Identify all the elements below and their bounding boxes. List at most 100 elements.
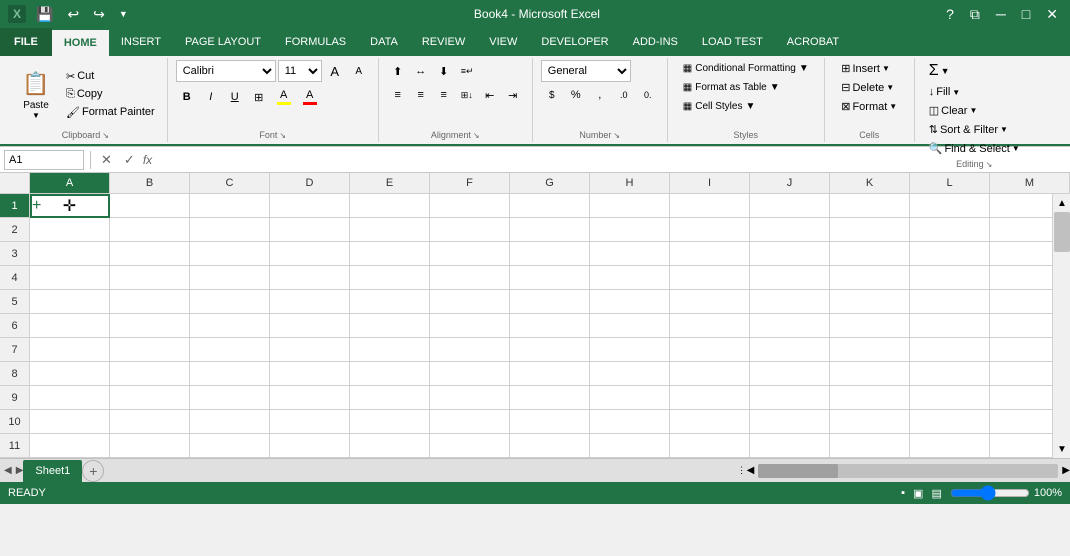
cell-J4[interactable] — [750, 266, 830, 290]
cell-C4[interactable] — [190, 266, 270, 290]
cell-K11[interactable] — [830, 434, 910, 458]
cell-B11[interactable] — [110, 434, 190, 458]
cell-E5[interactable] — [350, 290, 430, 314]
col-header-C[interactable]: C — [190, 173, 270, 193]
cell-K1[interactable] — [830, 194, 910, 218]
insert-cells-btn[interactable]: ⊞ Insert ▼ — [835, 60, 896, 77]
paste-button[interactable]: 📋 Paste ▼ — [12, 64, 60, 124]
cell-F3[interactable] — [430, 242, 510, 266]
vertical-scrollbar[interactable]: ▲ ▼ — [1052, 194, 1070, 458]
cell-L5[interactable] — [910, 290, 990, 314]
cell-J1[interactable] — [750, 194, 830, 218]
quick-redo-btn[interactable]: ↪ — [89, 4, 109, 25]
cell-B8[interactable] — [110, 362, 190, 386]
cell-H3[interactable] — [590, 242, 670, 266]
cell-L8[interactable] — [910, 362, 990, 386]
cell-H8[interactable] — [590, 362, 670, 386]
cell-I8[interactable] — [670, 362, 750, 386]
cell-B4[interactable] — [110, 266, 190, 290]
scroll-sheet-right[interactable]: ▶ — [16, 465, 24, 476]
cell-H9[interactable] — [590, 386, 670, 410]
cell-E11[interactable] — [350, 434, 430, 458]
cell-M7[interactable] — [990, 338, 1052, 362]
quick-save-btn[interactable]: 💾 — [32, 4, 57, 25]
fill-btn[interactable]: ↓ Fill ▼ — [923, 84, 966, 100]
cell-D6[interactable] — [270, 314, 350, 338]
close-btn[interactable]: ✕ — [1042, 4, 1062, 25]
cell-B9[interactable] — [110, 386, 190, 410]
cell-E7[interactable] — [350, 338, 430, 362]
tab-file[interactable]: FILE — [0, 28, 52, 56]
scrollbar-dots[interactable]: ⋮ — [739, 464, 745, 478]
cell-J7[interactable] — [750, 338, 830, 362]
comma-btn[interactable]: , — [589, 84, 611, 106]
cell-F4[interactable] — [430, 266, 510, 290]
restore-btn[interactable]: ⧉ — [966, 4, 984, 25]
cell-H2[interactable] — [590, 218, 670, 242]
cell-C2[interactable] — [190, 218, 270, 242]
cell-A6[interactable] — [30, 314, 110, 338]
cell-J10[interactable] — [750, 410, 830, 434]
cut-button[interactable]: ✂ Cut — [62, 68, 159, 85]
font-size-select[interactable]: 11 — [278, 60, 322, 82]
cell-K7[interactable] — [830, 338, 910, 362]
cell-H10[interactable] — [590, 410, 670, 434]
scroll-left-btn[interactable]: ◀ — [747, 465, 755, 476]
cell-K6[interactable] — [830, 314, 910, 338]
italic-button[interactable]: I — [200, 86, 222, 108]
cell-M1[interactable] — [990, 194, 1052, 218]
editing-expand[interactable]: ↘ — [986, 160, 993, 169]
sort-filter-btn[interactable]: ⇅ Sort & Filter ▼ — [923, 121, 1014, 138]
tab-home[interactable]: HOME — [52, 28, 109, 56]
col-header-L[interactable]: L — [910, 173, 990, 193]
cell-K4[interactable] — [830, 266, 910, 290]
page-break-view-btn[interactable]: ▤ — [931, 487, 941, 500]
cell-M8[interactable] — [990, 362, 1052, 386]
cell-D10[interactable] — [270, 410, 350, 434]
cell-C3[interactable] — [190, 242, 270, 266]
name-box[interactable] — [4, 150, 84, 170]
cell-F8[interactable] — [430, 362, 510, 386]
borders-button[interactable]: ⊞ — [248, 86, 270, 108]
cell-F5[interactable] — [430, 290, 510, 314]
cell-E10[interactable] — [350, 410, 430, 434]
cell-D8[interactable] — [270, 362, 350, 386]
cell-G11[interactable] — [510, 434, 590, 458]
cell-A2[interactable] — [30, 218, 110, 242]
row-header-1[interactable]: 1 — [0, 194, 30, 218]
cell-G10[interactable] — [510, 410, 590, 434]
cell-L9[interactable] — [910, 386, 990, 410]
cell-G2[interactable] — [510, 218, 590, 242]
scroll-down-btn[interactable]: ▼ — [1053, 440, 1070, 458]
top-align-btn[interactable]: ⬆ — [387, 60, 409, 82]
row-header-10[interactable]: 10 — [0, 410, 30, 434]
minimize-btn[interactable]: ─ — [992, 4, 1010, 24]
cell-M6[interactable] — [990, 314, 1052, 338]
cell-D7[interactable] — [270, 338, 350, 362]
percent-btn[interactable]: % — [565, 84, 587, 106]
cell-K2[interactable] — [830, 218, 910, 242]
sheet-tab-1[interactable]: Sheet1 — [23, 460, 82, 482]
row-header-2[interactable]: 2 — [0, 218, 30, 242]
row-header-6[interactable]: 6 — [0, 314, 30, 338]
cell-L4[interactable] — [910, 266, 990, 290]
underline-button[interactable]: U — [224, 86, 246, 108]
increase-font-btn[interactable]: A — [324, 60, 346, 82]
page-layout-view-btn[interactable]: ▣ — [913, 487, 923, 500]
cell-C6[interactable] — [190, 314, 270, 338]
cell-A4[interactable] — [30, 266, 110, 290]
cell-H5[interactable] — [590, 290, 670, 314]
cell-J6[interactable] — [750, 314, 830, 338]
delete-cells-btn[interactable]: ⊟ Delete ▼ — [835, 79, 900, 96]
tab-acrobat[interactable]: ACROBAT — [775, 28, 851, 56]
cell-C8[interactable] — [190, 362, 270, 386]
cell-G3[interactable] — [510, 242, 590, 266]
cell-D2[interactable] — [270, 218, 350, 242]
cell-B1[interactable] — [110, 194, 190, 218]
cell-J2[interactable] — [750, 218, 830, 242]
wrap-text-btn[interactable]: ≡↵ — [456, 60, 479, 82]
cell-D3[interactable] — [270, 242, 350, 266]
cell-H11[interactable] — [590, 434, 670, 458]
clear-btn[interactable]: ◫ Clear ▼ — [923, 102, 984, 119]
cell-G4[interactable] — [510, 266, 590, 290]
